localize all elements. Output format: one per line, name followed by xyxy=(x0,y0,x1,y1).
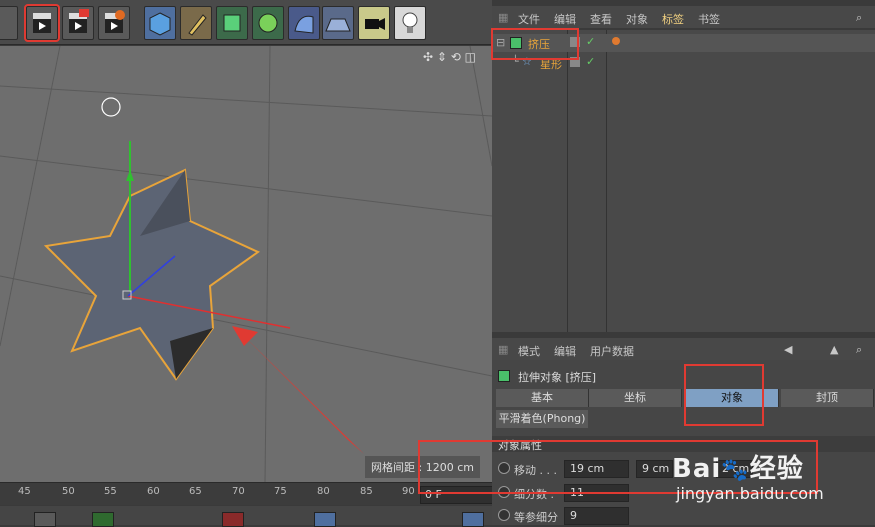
menu-tag[interactable]: 标签 xyxy=(662,11,684,27)
tick-label: 75 xyxy=(274,486,287,497)
menu-user-data[interactable]: 用户数据 xyxy=(590,343,634,359)
cube-icon[interactable] xyxy=(0,6,18,40)
render-picture-icon[interactable] xyxy=(62,6,94,40)
subdivision-icon[interactable] xyxy=(216,6,248,40)
main-toolbar xyxy=(0,0,492,45)
viewport-nav-icons[interactable]: ✣ ⇕ ⟲ ◫ xyxy=(423,50,489,64)
pen-icon[interactable] xyxy=(180,6,212,40)
menu-file[interactable]: 文件 xyxy=(518,11,540,27)
attribute-manager-menu: ▦ 模式 编辑 用户数据 ◀ ▲ ⌕ xyxy=(492,338,875,360)
tab-basic[interactable]: 基本 xyxy=(496,389,589,407)
prop-label: 等参细分 xyxy=(514,511,558,524)
render-view-icon[interactable] xyxy=(24,4,60,42)
star-extrude-object xyxy=(43,168,260,381)
highlight-box-object-tab xyxy=(684,364,764,426)
menu-object[interactable]: 对象 xyxy=(626,11,648,27)
scene-floor-icon[interactable] xyxy=(322,6,354,40)
object-manager-menu: ▦ 文件 编辑 查看 对象 标签 书签 ⌕ xyxy=(492,6,875,28)
back-arrow-icon[interactable]: ◀ xyxy=(784,343,792,356)
watermark-url: jingyan.baidu.com xyxy=(676,484,824,503)
nurbs-icon[interactable] xyxy=(288,6,320,40)
tick-label: 55 xyxy=(104,486,117,497)
light-icon[interactable] xyxy=(394,6,426,40)
grip-icon: ▦ xyxy=(498,343,509,356)
watermark-logo: Bai🐾经验 xyxy=(672,454,804,484)
menu-bookmark[interactable]: 书签 xyxy=(698,11,720,27)
array-icon[interactable] xyxy=(252,6,284,40)
tick-label: 80 xyxy=(317,486,330,497)
tick-label: 50 xyxy=(62,486,75,497)
menu-view[interactable]: 查看 xyxy=(590,11,612,27)
tick-label: 45 xyxy=(18,486,31,497)
viewport-scene xyxy=(0,46,492,482)
tick-label: 65 xyxy=(189,486,202,497)
animate-radio[interactable] xyxy=(498,509,510,521)
menu-edit[interactable]: 编辑 xyxy=(554,343,576,359)
highlight-box-extrude xyxy=(491,28,579,60)
tick-label: 90 xyxy=(402,486,415,497)
tab-coord[interactable]: 坐标 xyxy=(589,389,682,407)
search-icon[interactable]: ⌕ xyxy=(856,343,862,357)
object-list: ⊟ 挤压 ✓ └ ☆ 星形 ✓ xyxy=(492,30,875,332)
isoparm-field[interactable]: 9 xyxy=(564,507,629,525)
grip-icon: ▦ xyxy=(498,11,509,24)
enabled-check-icon[interactable]: ✓ xyxy=(586,55,595,68)
enabled-check-icon[interactable]: ✓ xyxy=(586,35,595,48)
render-settings-icon[interactable] xyxy=(98,6,130,40)
search-icon[interactable]: ⌕ xyxy=(856,11,862,25)
tab-phong[interactable]: 平滑着色(Phong) xyxy=(496,410,588,428)
camera-icon[interactable] xyxy=(358,6,390,40)
prop-isoparm: 等参细分 9 xyxy=(496,507,875,525)
3d-viewport[interactable]: 网格间距 : 1200 cm xyxy=(0,46,492,482)
tick-label: 60 xyxy=(147,486,160,497)
tag-icon[interactable] xyxy=(612,37,620,45)
menu-edit[interactable]: 编辑 xyxy=(554,11,576,27)
up-arrow-icon[interactable]: ▲ xyxy=(830,343,838,356)
tick-label: 70 xyxy=(232,486,245,497)
transport-bar xyxy=(0,506,492,527)
object-title: 拉伸对象 [挤压] xyxy=(518,371,597,384)
tick-label: 85 xyxy=(360,486,373,497)
extrude-icon xyxy=(498,370,510,382)
menu-mode[interactable]: 模式 xyxy=(518,343,540,359)
cube-icon[interactable] xyxy=(144,6,176,40)
cursor-circle xyxy=(101,97,121,117)
tab-caps[interactable]: 封顶 xyxy=(781,389,874,407)
